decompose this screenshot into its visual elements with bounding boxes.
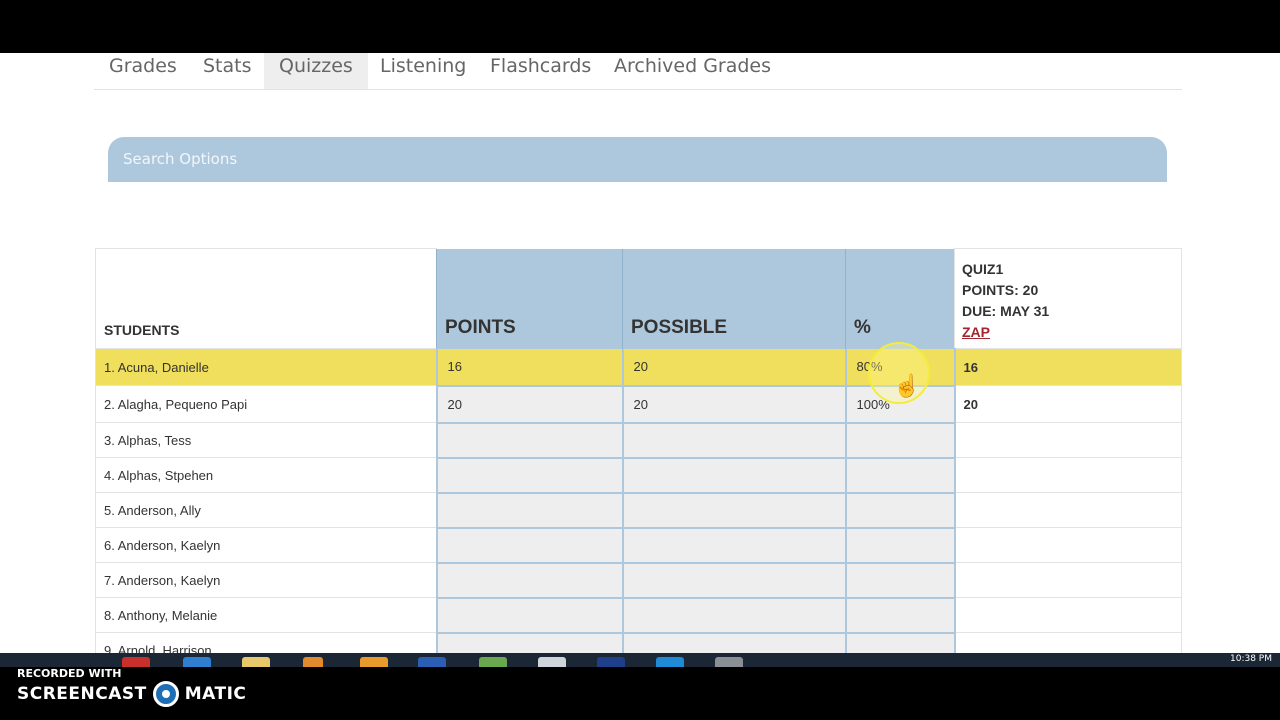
student-name: 9. Arnold, Harrison xyxy=(95,632,437,653)
student-name: 6. Anderson, Kaelyn xyxy=(95,527,437,563)
brand-left: SCREENCAST xyxy=(17,684,147,704)
table-header-row: STUDENTS POINTS POSSIBLE % QUIZ1 POINTS:… xyxy=(95,248,1182,349)
screencast-icon[interactable] xyxy=(715,657,743,667)
possible-cell[interactable] xyxy=(621,597,847,634)
top-black-bar xyxy=(0,0,1280,53)
table-row[interactable]: 6. Anderson, Kaelyn xyxy=(95,527,1182,564)
percent-cell[interactable] xyxy=(844,457,956,494)
quiz-score xyxy=(954,422,1182,458)
student-name: 5. Anderson, Ally xyxy=(95,492,437,528)
tab-quizzes[interactable]: Quizzes xyxy=(264,53,368,89)
possible-cell[interactable] xyxy=(621,492,847,529)
table-row[interactable]: 8. Anthony, Melanie xyxy=(95,597,1182,634)
student-name: 4. Alphas, Stpehen xyxy=(95,457,437,493)
quiz-score xyxy=(954,492,1182,528)
percent-cell[interactable]: 100% xyxy=(844,385,956,424)
points-cell[interactable] xyxy=(435,632,624,653)
skype-icon[interactable] xyxy=(656,657,684,667)
possible-cell[interactable] xyxy=(621,632,847,653)
table-row[interactable]: 5. Anderson, Ally xyxy=(95,492,1182,529)
outlook-icon[interactable] xyxy=(360,657,388,667)
chrome-icon[interactable] xyxy=(122,657,150,667)
screencast-logo: SCREENCAST MATIC xyxy=(17,681,246,707)
points-cell[interactable] xyxy=(435,492,624,529)
table-row[interactable]: 4. Alphas, Stpehen xyxy=(95,457,1182,494)
ie-icon[interactable] xyxy=(183,657,211,667)
table-row[interactable]: 7. Anderson, Kaelyn xyxy=(95,562,1182,599)
student-name: 2. Alagha, Pequeno Papi xyxy=(95,385,437,423)
quiz-header: QUIZ1 POINTS: 20 DUE: MAY 31 ZAP xyxy=(954,248,1182,349)
possible-cell[interactable] xyxy=(621,562,847,599)
quiz-score: 20 xyxy=(954,385,1182,423)
vlc-icon[interactable] xyxy=(303,657,323,667)
table-row[interactable]: 1. Acuna, Danielle 16 20 80% 16 xyxy=(95,348,1182,387)
tab-grades[interactable]: Grades xyxy=(94,53,192,89)
percent-cell[interactable] xyxy=(844,422,956,459)
student-name: 7. Anderson, Kaelyn xyxy=(95,562,437,598)
screencast-logo-icon xyxy=(152,681,179,707)
quiz-score xyxy=(954,527,1182,563)
quiz-due-date: DUE: MAY 31 xyxy=(962,303,1050,319)
search-options-toggle[interactable]: Search Options xyxy=(108,137,1167,182)
points-cell[interactable] xyxy=(435,597,624,634)
percent-cell[interactable]: 80% xyxy=(844,348,956,387)
points-cell[interactable] xyxy=(435,422,624,459)
quiz-score xyxy=(954,632,1182,653)
possible-cell[interactable]: 20 xyxy=(621,385,847,424)
gradebook-page: Grades Stats Quizzes Listening Flashcard… xyxy=(0,53,1280,653)
photoshop-icon[interactable] xyxy=(597,657,625,667)
folder-icon[interactable] xyxy=(242,657,270,667)
points-cell[interactable] xyxy=(435,527,624,564)
table-row[interactable]: 9. Arnold, Harrison xyxy=(95,632,1182,653)
possible-cell[interactable] xyxy=(621,527,847,564)
windows-taskbar: 10:38 PM xyxy=(0,653,1280,667)
students-header: STUDENTS xyxy=(95,248,437,349)
recorded-with-label: RECORDED WITH xyxy=(17,667,122,680)
possible-header: POSSIBLE xyxy=(622,248,846,349)
points-cell[interactable] xyxy=(435,562,624,599)
tab-stats[interactable]: Stats xyxy=(188,53,267,89)
percent-header: % xyxy=(845,248,955,349)
percent-cell[interactable] xyxy=(844,632,956,653)
percent-cell[interactable] xyxy=(844,527,956,564)
quiz-score xyxy=(954,597,1182,633)
student-name: 1. Acuna, Danielle xyxy=(95,348,437,386)
quiz-score: 16 xyxy=(954,348,1182,386)
percent-cell[interactable] xyxy=(844,562,956,599)
student-name: 3. Alphas, Tess xyxy=(95,422,437,458)
zap-link[interactable]: ZAP xyxy=(962,324,990,340)
brand-right: MATIC xyxy=(184,684,247,704)
publisher-icon[interactable] xyxy=(479,657,507,667)
percent-cell[interactable] xyxy=(844,492,956,529)
quiz-grades-table: STUDENTS POINTS POSSIBLE % QUIZ1 POINTS:… xyxy=(95,248,1182,653)
screencast-watermark: RECORDED WITH SCREENCAST MATIC xyxy=(0,667,1280,720)
student-name: 8. Anthony, Melanie xyxy=(95,597,437,633)
taskbar-clock: 10:38 PM xyxy=(1230,654,1272,664)
tab-flashcards[interactable]: Flashcards xyxy=(475,53,606,89)
app-icon[interactable] xyxy=(538,657,566,667)
percent-cell[interactable] xyxy=(844,597,956,634)
points-header: POINTS xyxy=(436,248,623,349)
quiz-points: POINTS: 20 xyxy=(962,282,1039,298)
table-row[interactable]: 3. Alphas, Tess xyxy=(95,422,1182,459)
table-row[interactable]: 2. Alagha, Pequeno Papi 20 20 100% 20 xyxy=(95,385,1182,424)
possible-cell[interactable] xyxy=(621,457,847,494)
word-icon[interactable] xyxy=(418,657,446,667)
quiz-score xyxy=(954,457,1182,493)
tab-archived-grades[interactable]: Archived Grades xyxy=(599,53,786,89)
quiz-score xyxy=(954,562,1182,598)
tab-listening[interactable]: Listening xyxy=(365,53,481,89)
possible-cell[interactable]: 20 xyxy=(621,348,847,387)
possible-cell[interactable] xyxy=(621,422,847,459)
quiz-name: QUIZ1 xyxy=(962,261,1004,277)
points-cell[interactable]: 20 xyxy=(435,385,624,424)
points-cell[interactable] xyxy=(435,457,624,494)
tab-bar: Grades Stats Quizzes Listening Flashcard… xyxy=(94,53,1182,90)
points-cell[interactable]: 16 xyxy=(435,348,624,387)
